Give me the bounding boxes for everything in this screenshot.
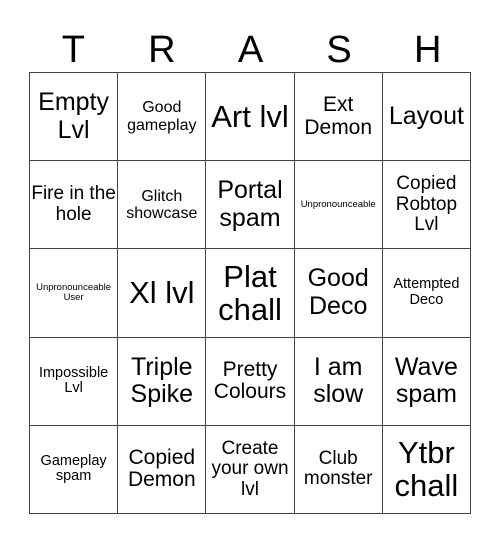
bingo-cell[interactable]: Xl lvl <box>118 249 207 338</box>
header-letter-a: A <box>237 29 264 71</box>
cell-text: Good gameplay <box>127 99 197 134</box>
cell-text: Impossible Lvl <box>38 364 109 397</box>
cell-text: Xl lvl <box>129 275 195 311</box>
cell-text: Layout <box>388 101 464 130</box>
bingo-cell[interactable]: Portal spam <box>206 161 295 250</box>
cell-text: Ext Demon <box>304 92 373 139</box>
bingo-cell[interactable]: Wave spam <box>382 337 471 426</box>
cell-text: Pretty Colours <box>213 357 287 404</box>
bingo-cell[interactable]: Ytbr chall <box>382 425 471 514</box>
bingo-cell[interactable]: Unpronounceable <box>294 161 383 250</box>
cell-text: Unpronounceable User <box>36 281 112 303</box>
cell-text: Copied Demon <box>127 445 196 492</box>
cell-text: Ytbr chall <box>394 434 459 504</box>
header-letter-t: T <box>61 29 85 71</box>
cell-text: Glitch showcase <box>126 187 198 222</box>
cell-text: Create your own lvl <box>211 437 289 500</box>
cell-text: Unpronounceable <box>300 198 376 210</box>
bingo-cell[interactable]: Ext Demon <box>294 73 383 162</box>
cell-text: Fire in the hole <box>31 183 116 225</box>
cell-text: Good Deco <box>307 264 369 320</box>
bingo-cell[interactable]: Club monster <box>294 425 383 514</box>
bingo-cell[interactable]: Empty Lvl <box>30 73 119 162</box>
bingo-cell[interactable]: Pretty Colours <box>206 337 295 426</box>
cell-text: Portal spam <box>217 176 283 232</box>
bingo-cell[interactable]: Gameplay spam <box>30 425 119 514</box>
header-letter-h: H <box>413 29 442 71</box>
bingo-cell[interactable]: Unpronounceable User <box>30 249 119 338</box>
cell-text: Plat chall <box>218 258 282 327</box>
bingo-cell[interactable]: Fire in the hole <box>30 161 119 250</box>
cell-text: Club monster <box>303 447 373 490</box>
header-letter-s: S <box>326 29 352 71</box>
bingo-cell[interactable]: Layout <box>382 73 471 162</box>
bingo-header: T R A S H <box>29 28 472 72</box>
bingo-cell[interactable]: Copied Robtop Lvl <box>382 161 471 250</box>
cell-text: Attempted Deco <box>393 276 460 308</box>
bingo-cell[interactable]: Glitch showcase <box>118 161 207 250</box>
bingo-cell[interactable]: Create your own lvl <box>206 425 295 514</box>
bingo-cell[interactable]: Impossible Lvl <box>30 337 119 426</box>
cell-text: Wave spam <box>394 352 458 409</box>
cell-text: Triple Spike <box>130 352 194 409</box>
bingo-cell[interactable]: Good gameplay <box>118 73 207 162</box>
cell-text: Empty Lvl <box>38 88 110 144</box>
bingo-cell[interactable]: Art lvl <box>206 73 295 162</box>
cell-text: Gameplay spam <box>40 452 107 485</box>
bingo-cell[interactable]: I am slow <box>294 337 383 426</box>
bingo-cell[interactable]: Copied Demon <box>118 425 207 514</box>
bingo-grid: Empty Lvl Good gameplay Art lvl Ext Demo… <box>29 72 471 514</box>
bingo-cell[interactable]: Plat chall <box>206 249 295 338</box>
bingo-cell[interactable]: Good Deco <box>294 249 383 338</box>
bingo-cell[interactable]: Attempted Deco <box>382 249 471 338</box>
cell-text: Copied Robtop Lvl <box>395 173 458 236</box>
bingo-cell[interactable]: Triple Spike <box>118 337 207 426</box>
cell-text: I am slow <box>313 352 364 409</box>
header-letter-r: R <box>148 29 176 71</box>
cell-text: Art lvl <box>211 98 289 134</box>
